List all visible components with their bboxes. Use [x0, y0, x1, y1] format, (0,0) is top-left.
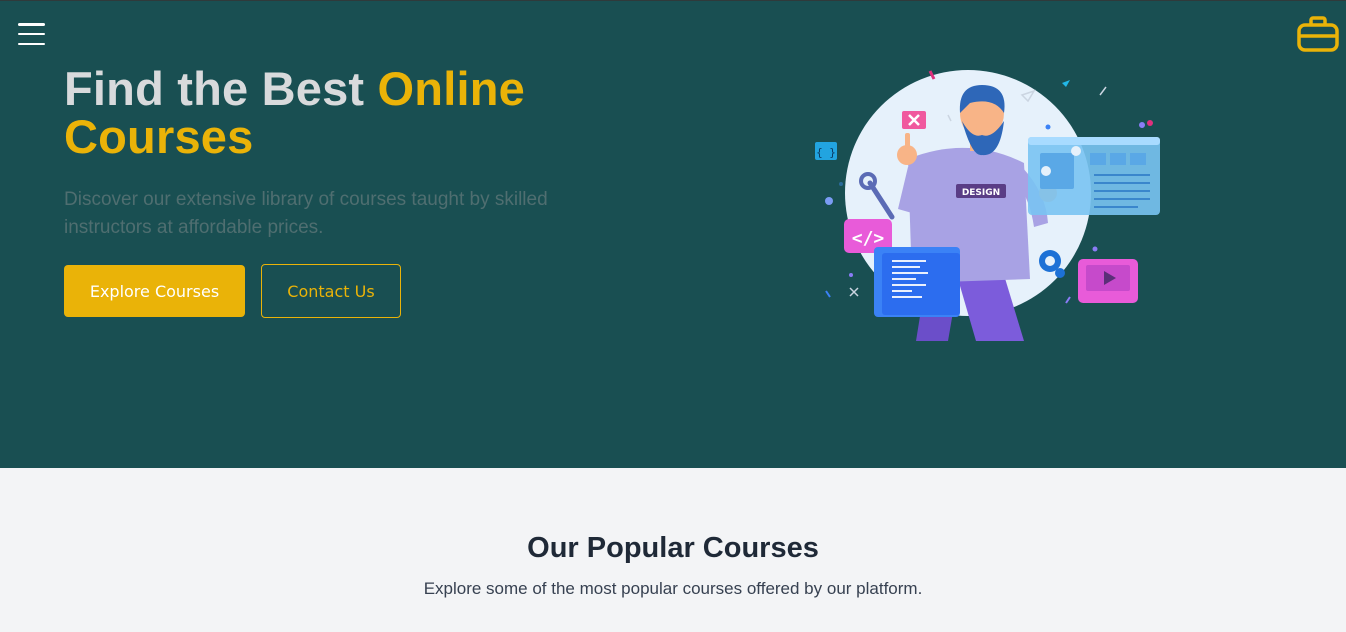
hero-title-plain: Find the Best — [64, 62, 378, 115]
shirt-badge: DESIGN — [962, 188, 1000, 198]
menu-line — [18, 32, 45, 36]
menu-line — [18, 42, 45, 45]
briefcase-icon[interactable] — [1295, 14, 1339, 54]
svg-text:</>: </> — [852, 228, 885, 249]
hero-title-accent: Courses — [64, 110, 254, 163]
designer-illustration: { } </> DESIGN — [815, 70, 1160, 341]
popular-courses-subtitle: Explore some of the most popular courses… — [423, 579, 923, 598]
hero-section: Find the Best Online Courses Discover ou… — [0, 0, 1346, 468]
contact-us-button[interactable]: Contact Us — [261, 264, 401, 318]
menu-line — [18, 23, 45, 26]
explore-courses-button[interactable]: Explore Courses — [64, 265, 245, 317]
svg-text:{ }: { } — [816, 146, 836, 159]
hamburger-menu-icon[interactable] — [16, 21, 48, 47]
hero-title-accent: Online — [377, 62, 525, 115]
popular-courses-title: Our Popular Courses — [527, 532, 819, 564]
hero-title: Find the Best Online Courses — [64, 65, 704, 161]
hero-subtitle: Discover our extensive library of course… — [64, 189, 548, 238]
